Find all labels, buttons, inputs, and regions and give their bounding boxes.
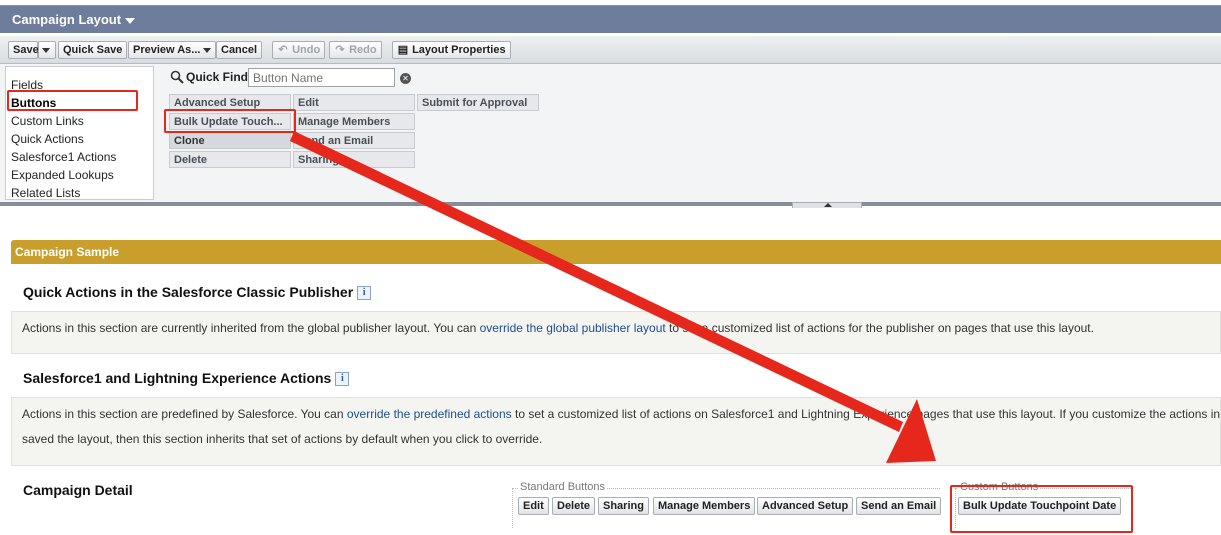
sf1-actions-heading-text: Salesforce1 and Lightning Experience Act… [23,370,332,386]
layout-title-bar: Campaign Layout [0,5,1221,33]
annotation-highlight-custom-button [950,485,1133,533]
classic-publisher-text: Actions in this section are currently in… [22,321,480,335]
palette-button-submit-for-approval[interactable]: Submit for Approval [417,94,539,111]
annotation-highlight-bulk-update [164,109,296,133]
quick-save-label: Quick Save [63,44,123,56]
sf1-actions-text-line2: saved the layout, then this section inhe… [22,432,543,446]
quick-save-button[interactable]: Quick Save [58,41,128,59]
palette-button-send-an-email[interactable]: Send an Email [293,132,415,149]
layout-title: Campaign Layout [12,12,122,27]
classic-publisher-section: Actions in this section are currently in… [11,311,1221,354]
preview-as-label: Preview As... [133,44,201,56]
quick-find-text: Quick Find [186,70,249,84]
save-label: Save [13,44,39,56]
undo-button[interactable]: ↶ Undo [272,41,326,59]
search-icon [170,70,184,84]
classic-publisher-heading: Quick Actions in the Salesforce Classic … [23,284,372,300]
quick-find-input[interactable] [248,68,395,87]
override-predefined-actions-link[interactable]: override the predefined actions [347,407,512,421]
clear-icon[interactable]: ✕ [400,73,411,84]
layout-properties-button[interactable]: ▤ Layout Properties [392,41,511,59]
sidebar-item-custom-links[interactable]: Custom Links [11,114,84,128]
override-global-publisher-link[interactable]: override the global publisher layout [480,321,666,335]
sf1-actions-section: Actions in this section are predefined b… [11,397,1221,466]
palette-button-sharing[interactable]: Sharing [293,151,415,168]
sf1-actions-heading: Salesforce1 and Lightning Experience Act… [23,370,350,386]
campaign-detail-heading: Campaign Detail [23,482,133,498]
sf1-actions-text-end: to set a customized list of actions on S… [511,407,1221,421]
palette-collapse-handle[interactable] [792,202,862,208]
layout-button-delete[interactable]: Delete [552,497,596,515]
sf1-actions-text: Actions in this section are predefined b… [22,407,347,421]
palette-button-manage-members[interactable]: Manage Members [293,113,415,130]
layout-button-edit[interactable]: Edit [518,497,549,515]
chevron-down-icon [203,47,212,53]
save-menu-button[interactable] [38,41,56,59]
palette-button-delete[interactable]: Delete [169,151,291,168]
save-button[interactable]: Save [8,41,39,59]
redo-label: Redo [349,44,377,56]
chevron-down-icon [125,17,136,24]
sidebar-item-related-lists[interactable]: Related Lists [11,186,80,200]
layout-button-advanced-setup[interactable]: Advanced Setup [757,497,854,515]
sidebar-item-salesforce1-actions[interactable]: Salesforce1 Actions [11,150,116,164]
cancel-button[interactable]: Cancel [216,41,263,59]
quick-find-label: Quick Find [170,70,248,84]
palette: Fields Buttons Custom Links Quick Action… [0,64,1221,208]
layout-button-send-an-email[interactable]: Send an Email [856,497,942,515]
properties-icon: ▤ [397,44,409,56]
palette-category-list: Fields Buttons Custom Links Quick Action… [5,66,154,200]
standard-buttons-label: Standard Buttons [518,481,608,493]
info-icon[interactable]: i [357,286,372,300]
section-title: Campaign Sample [15,245,120,259]
toolbar: Save Quick Save Preview As... Cancel ↶ U… [0,36,1221,64]
layout-button-sharing[interactable]: Sharing [598,497,649,515]
sidebar-item-expanded-lookups[interactable]: Expanded Lookups [11,168,114,182]
classic-publisher-heading-text: Quick Actions in the Salesforce Classic … [23,284,354,300]
redo-icon: ↷ [335,44,345,56]
undo-label: Undo [292,44,321,56]
preview-as-button[interactable]: Preview As... [128,41,217,59]
annotation-highlight-buttons [7,90,138,111]
layout-name-menu[interactable]: Campaign Layout [12,12,136,27]
cancel-label: Cancel [221,44,258,56]
chevron-down-icon [42,47,50,53]
layout-properties-label: Layout Properties [412,44,506,56]
section-header-campaign-sample: Campaign Sample [11,240,1221,264]
undo-icon: ↶ [278,44,288,56]
info-icon[interactable]: i [335,372,350,386]
layout-button-manage-members[interactable]: Manage Members [653,497,756,515]
palette-button-clone[interactable]: Clone [169,132,291,149]
sidebar-item-quick-actions[interactable]: Quick Actions [11,132,84,146]
redo-button[interactable]: ↷ Redo [329,41,382,59]
classic-publisher-text-end: to set a customized list of actions for … [665,321,1094,335]
palette-button-edit[interactable]: Edit [293,94,415,111]
